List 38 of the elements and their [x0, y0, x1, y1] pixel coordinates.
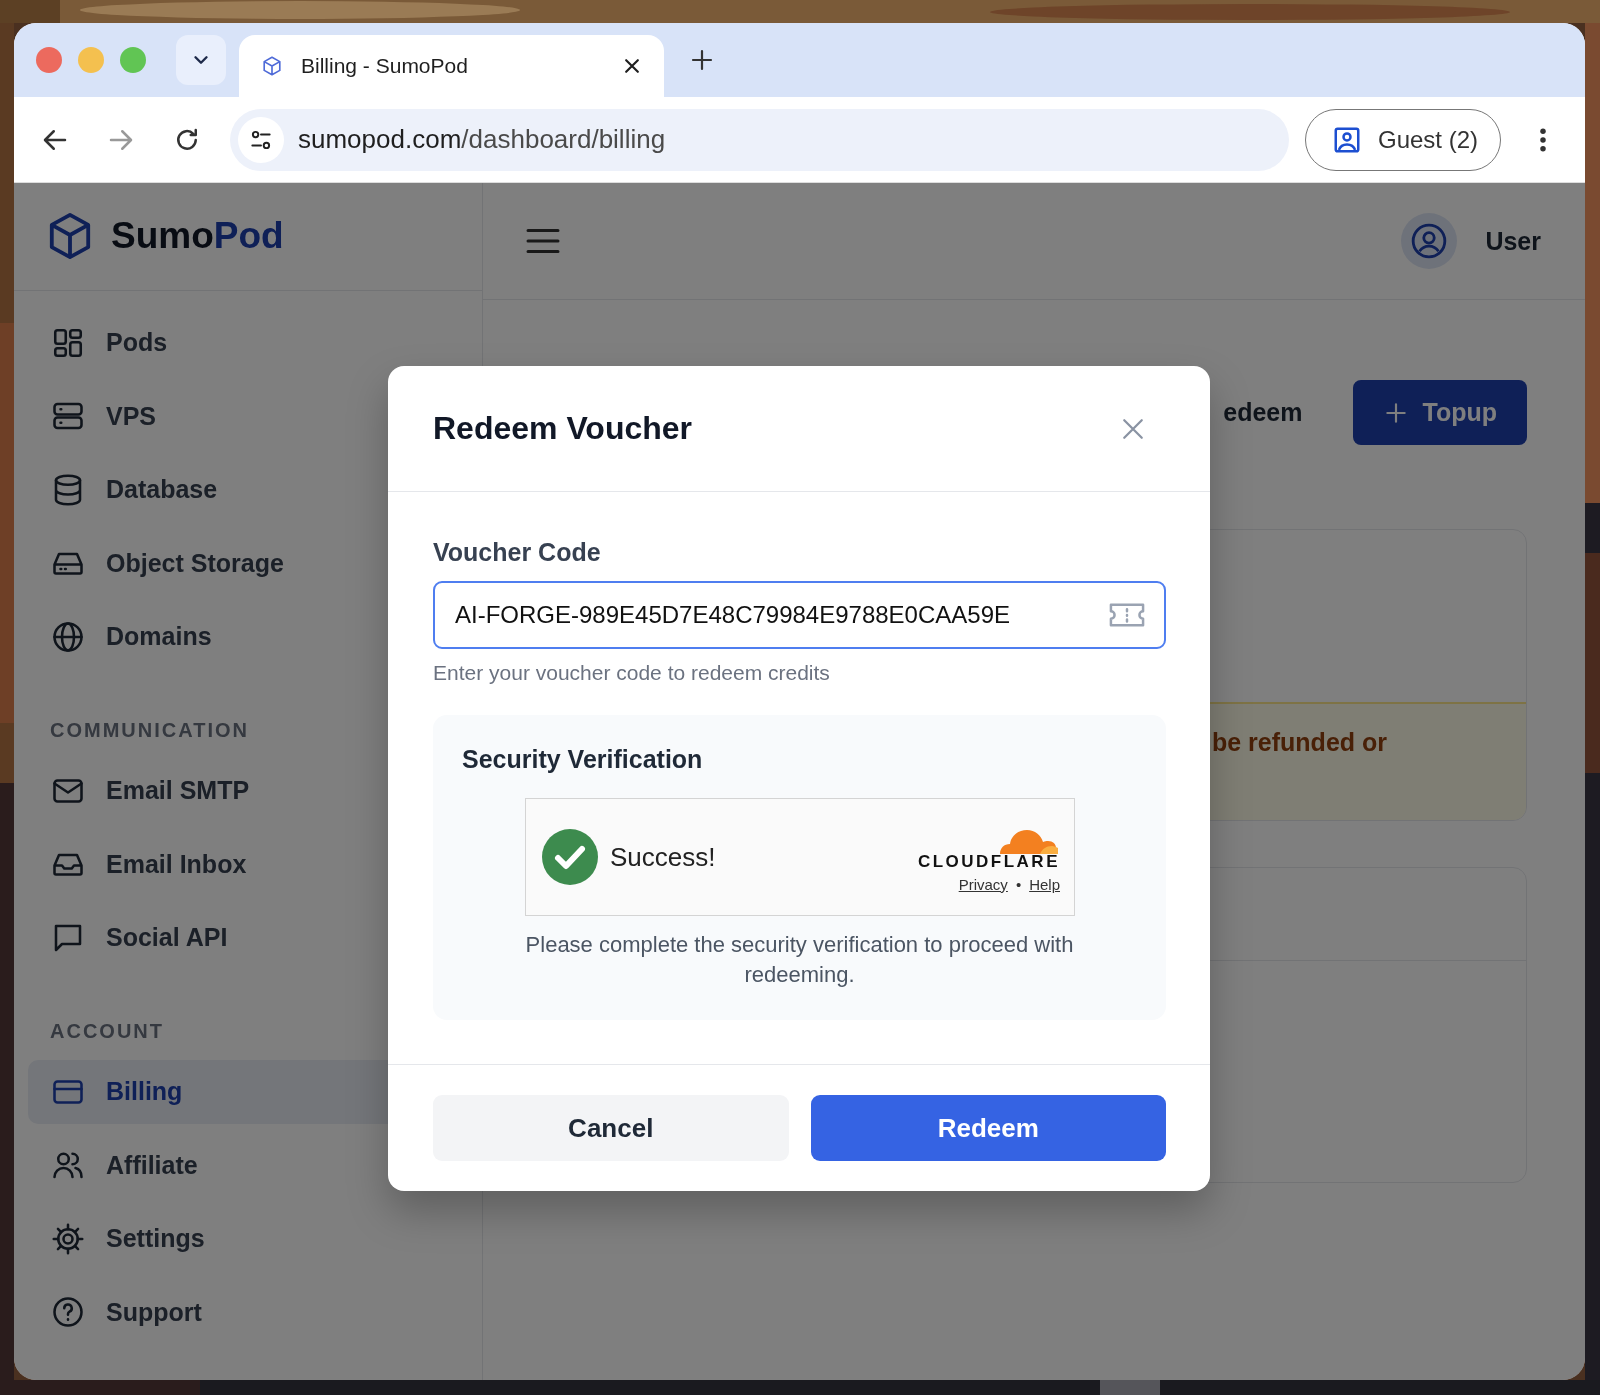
checkmark-icon: [542, 829, 598, 885]
address-field[interactable]: sumopod.com/dashboard/billing: [230, 108, 1289, 171]
section-heading: ACCOUNT: [49, 1018, 165, 1044]
section-heading: COMMUNICATION: [49, 717, 250, 743]
sidebar-item[interactable]: Email Inbox: [28, 832, 482, 896]
brand-name: SumoPod: [111, 215, 284, 258]
new-tab-icon[interactable]: [690, 48, 714, 72]
site-settings-icon[interactable]: [238, 116, 284, 163]
redeem-button[interactable]: Redeem: [810, 1095, 1166, 1161]
cancel-button[interactable]: Cancel: [433, 1095, 789, 1161]
browser-tab[interactable]: Billing - SumoPod: [239, 35, 664, 97]
cube-icon: [261, 55, 283, 77]
help-link[interactable]: Help: [1029, 875, 1060, 893]
warning-text: be refunded or: [1212, 728, 1387, 756]
menu-icon[interactable]: [525, 226, 561, 256]
field-hint: Enter your voucher code to redeem credits: [433, 661, 831, 685]
sidebar-item[interactable]: Database: [28, 457, 482, 522]
redeem-button[interactable]: edeem: [1223, 398, 1303, 427]
topup-button[interactable]: Topup: [1352, 380, 1527, 445]
sidebar-item[interactable]: Settings: [28, 1206, 482, 1271]
separator: •: [1015, 875, 1022, 893]
sidebar-item[interactable]: Social API: [28, 905, 482, 970]
field-label: Voucher Code: [433, 538, 602, 567]
status-text: Success!: [610, 841, 717, 873]
profile-button[interactable]: Guest (2): [1304, 108, 1501, 171]
dialog-title: Redeem Voucher: [433, 410, 693, 447]
cube-icon: [47, 211, 93, 262]
sidebar-item[interactable]: Pods: [28, 310, 482, 375]
privacy-link[interactable]: Privacy: [958, 875, 1008, 893]
sidebar-item[interactable]: Support: [28, 1280, 482, 1344]
brand-logo-text: CLOUDFLARE: [917, 851, 1060, 872]
verification-note: Please complete the security verification to proceed with redeeming.: [524, 931, 1075, 989]
user-name: User: [1485, 226, 1541, 256]
help-icon: [50, 1294, 86, 1330]
close-icon[interactable]: [622, 56, 642, 76]
verification-title: Security Verification: [462, 745, 704, 774]
voucher-code-field[interactable]: AI-FORGE-989E45D7E48C79984E9788E0CAA59E: [433, 581, 1166, 649]
close-window-button[interactable]: [36, 47, 62, 73]
